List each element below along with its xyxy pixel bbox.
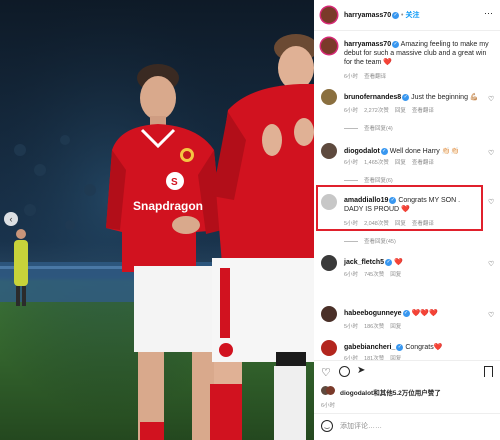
liked-by-text[interactable]: diogodalot和其他5.2万位用户赞了 xyxy=(340,387,441,397)
view-replies-link[interactable]: 查看回复(6) xyxy=(344,176,393,184)
avatar[interactable] xyxy=(321,89,337,105)
verified-icon: ✓ xyxy=(402,93,410,101)
comments-panel: harryamass70 ✓ • 关注 ⋯ harryamass70 ✓ Amazi… xyxy=(314,0,500,440)
prev-image-button[interactable]: ‹ xyxy=(4,212,18,226)
like-icon[interactable]: ♡ xyxy=(488,260,494,268)
comment: diogodalot ✓ Well done Harry 👏🏻👏🏻 xyxy=(344,147,460,155)
like-icon[interactable]: ♡ xyxy=(488,311,494,319)
comment-meta: 6小时 2,272次赞 回复 查看翻译 xyxy=(344,108,434,114)
comment-meta: 6小时 1,465次赞 回复 查看翻译 xyxy=(344,160,434,166)
avatar[interactable] xyxy=(321,38,337,54)
divider xyxy=(314,413,500,414)
match-photo: S Snapdragon xyxy=(0,0,314,440)
view-replies-link[interactable]: 查看回复(45) xyxy=(344,237,396,245)
avatar[interactable] xyxy=(321,255,337,271)
comment-meta: 5小时 186次赞 回复 xyxy=(344,324,402,330)
like-icon[interactable]: ♡ xyxy=(321,366,331,379)
comment-meta: 5小时 2,048次赞 回复 查看翻译 xyxy=(344,221,434,227)
translate-link[interactable]: 查看翻译 xyxy=(364,74,386,80)
action-bar: ♡ ➤ diogodalot和其他5.2万位用户赞了 6小时 ‿ 添加评论…… xyxy=(314,360,500,440)
svg-text:S: S xyxy=(171,177,178,188)
comment: gabebiancheri_ ✓ Congrats❤️ xyxy=(344,343,443,351)
header-username[interactable]: harryamass70 xyxy=(344,12,391,19)
liker-avatar[interactable] xyxy=(326,386,335,395)
post-time: 6小时 xyxy=(321,403,336,409)
save-icon[interactable] xyxy=(484,366,493,377)
comment-input[interactable]: 添加评论…… xyxy=(340,421,382,431)
avatar[interactable] xyxy=(321,340,337,356)
verified-icon: ✓ xyxy=(389,196,397,204)
avatar[interactable] xyxy=(321,143,337,159)
verified-icon: ✓ xyxy=(402,309,410,317)
post-header: harryamass70 ✓ • 关注 ⋯ xyxy=(314,0,500,31)
comment: habeebogunneye ✓ ❤️❤️❤️ xyxy=(344,309,438,317)
like-icon[interactable]: ♡ xyxy=(488,149,494,157)
avatar[interactable] xyxy=(321,7,337,23)
avatar[interactable] xyxy=(321,194,337,210)
caption: harryamass70 ✓ Amazing feeling to make my… xyxy=(344,40,489,66)
follow-button[interactable]: 关注 xyxy=(405,12,419,19)
like-icon[interactable]: ♡ xyxy=(488,95,494,103)
post-photo: S Snapdragon ‹ xyxy=(0,0,314,440)
comment: brunofernandes8 ✓ Just the beginning 💪🏼 xyxy=(344,93,479,101)
share-icon[interactable]: ➤ xyxy=(357,365,365,376)
caption-meta: 6小时 查看翻译 xyxy=(344,74,387,80)
emoji-icon[interactable]: ‿ xyxy=(321,420,333,432)
verified-icon: ✓ xyxy=(396,343,404,351)
verified-icon: ✓ xyxy=(380,147,388,155)
comment: amaddiallo19 ✓ Congrats MY SON . DADY IS … xyxy=(344,196,461,213)
view-replies-link[interactable]: 查看回复(4) xyxy=(344,124,393,132)
verified-icon: ✓ xyxy=(385,258,393,266)
sponsor-text: Snapdragon xyxy=(133,199,203,213)
more-options-icon[interactable]: ⋯ xyxy=(484,8,493,19)
avatar[interactable] xyxy=(321,306,337,322)
comment-icon[interactable] xyxy=(339,366,350,377)
like-icon[interactable]: ♡ xyxy=(488,198,494,206)
verified-icon: ✓ xyxy=(392,40,400,48)
comment: jack_fletch5 ✓ ❤️ xyxy=(344,258,403,266)
verified-icon: ✓ xyxy=(392,11,400,19)
comment-meta: 6小时 745次赞 回复 xyxy=(344,272,402,278)
